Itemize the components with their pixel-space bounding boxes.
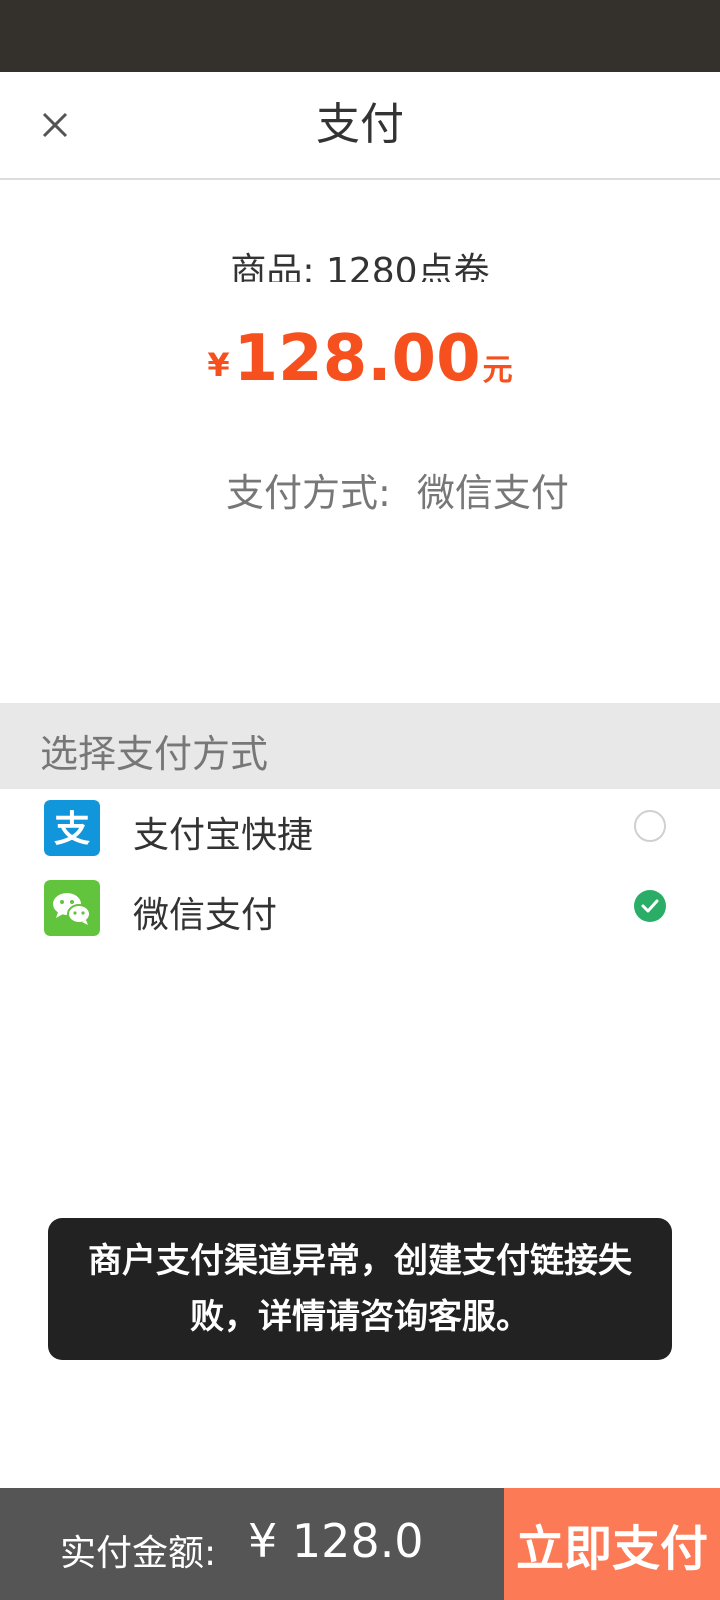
status-bar <box>0 0 720 72</box>
pay-now-button[interactable]: 立即支付 <box>504 1488 720 1600</box>
radio-unchecked-icon[interactable] <box>634 810 666 842</box>
bottom-bar: 实付金额: ¥ 128.0 立即支付 <box>0 1488 720 1600</box>
wechat-icon <box>44 880 100 936</box>
payment-section-header: 选择支付方式 <box>0 703 720 789</box>
payment-method-label: 支付方式: <box>226 471 391 515</box>
currency-symbol: ¥ <box>207 346 230 384</box>
total-label: 实付金额: <box>60 1533 217 1574</box>
payment-option-alipay[interactable]: 支 支付宝快捷 <box>0 788 720 868</box>
page-title: 支付 <box>316 99 404 150</box>
svg-text:支: 支 <box>54 809 90 850</box>
order-price: ¥128.00元 <box>0 322 720 396</box>
payment-option-label: 支付宝快捷 <box>133 815 314 856</box>
payment-method-value: 微信支付 <box>416 471 569 515</box>
payment-section-title: 选择支付方式 <box>40 732 269 776</box>
header: 支付 <box>0 72 720 180</box>
payment-option-wechat[interactable]: 微信支付 <box>0 868 720 948</box>
check-icon <box>641 899 659 913</box>
alipay-icon: 支 <box>44 800 100 856</box>
payment-method-summary: 支付方式: 微信支付 <box>226 462 569 517</box>
product-name: 商品: 1280点卷 <box>230 251 490 282</box>
price-amount: 128.00 <box>233 322 481 396</box>
error-toast: 商户支付渠道异常，创建支付链接失败，详情请咨询客服。 <box>48 1218 672 1360</box>
price-unit: 元 <box>482 353 513 388</box>
radio-checked-icon[interactable] <box>634 890 666 922</box>
toast-message: 商户支付渠道异常，创建支付链接失败，详情请咨询客服。 <box>88 1241 632 1337</box>
total-value: ¥ 128.0 <box>248 1514 424 1568</box>
payment-option-label: 微信支付 <box>133 895 278 936</box>
